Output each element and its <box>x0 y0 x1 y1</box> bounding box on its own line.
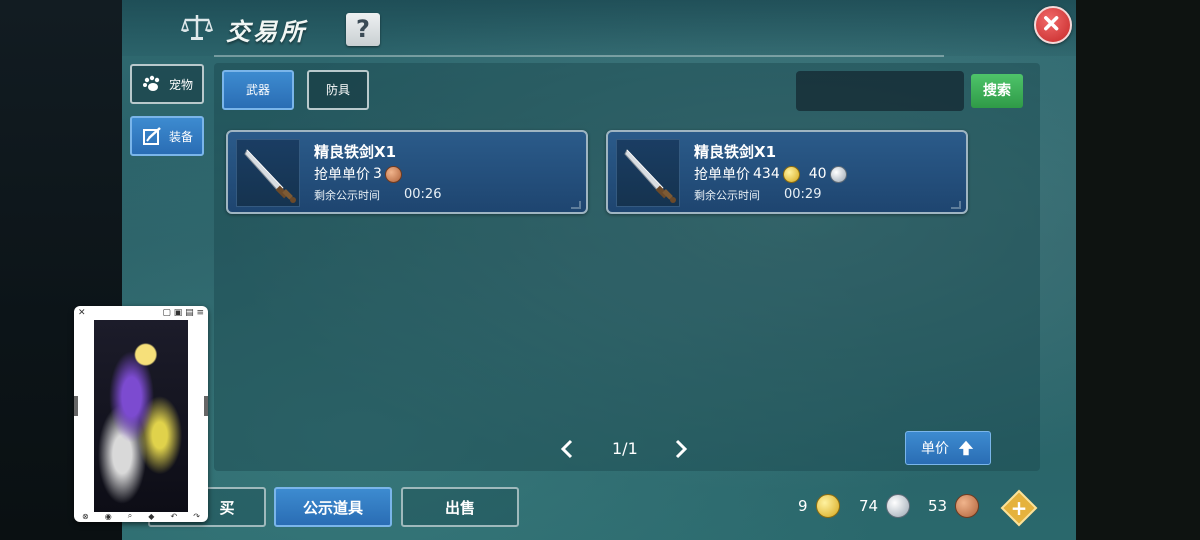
gold-currency: 9 <box>798 494 840 518</box>
silver-currency: 74 <box>859 494 911 518</box>
corner-decoration <box>951 201 961 209</box>
tab-public-items[interactable]: 公示道具 <box>274 487 392 527</box>
floating-footer: ⊗ ◉ ⌕ ◆ ↶ ↷ <box>74 510 208 522</box>
sort-by-price-button[interactable]: 单价 <box>905 431 991 465</box>
copper-coin-icon <box>955 494 980 518</box>
silver-coin-icon <box>886 494 911 518</box>
close-button[interactable] <box>1034 6 1072 44</box>
sort-up-icon <box>958 440 974 456</box>
side-tab-pet[interactable]: 宠物 <box>130 64 204 104</box>
tool-icon[interactable]: ⌕ <box>128 511 132 521</box>
copper-coin-icon <box>384 165 402 183</box>
tab-buy-label: 买 <box>219 499 235 517</box>
tab-weapon[interactable]: 武器 <box>222 70 294 110</box>
undo-icon[interactable]: ↶ <box>170 512 177 521</box>
page-title: 交易所 <box>226 18 307 46</box>
side-tab-equipment-label: 装备 <box>168 129 193 144</box>
gold-amount: 9 <box>798 497 808 515</box>
preview-image <box>94 320 188 512</box>
price-amount-silver: 40 <box>808 166 827 182</box>
tab-armor[interactable]: 防具 <box>307 70 369 110</box>
sort-label: 单价 <box>921 441 949 457</box>
copper-currency: 53 <box>928 494 980 518</box>
listing-card[interactable]: 精良铁剑X1 抢单单价 434 40 剩余公示时间 00:29 <box>606 130 968 214</box>
resize-handle[interactable] <box>204 396 208 416</box>
side-tab-equipment[interactable]: 装备 <box>130 116 204 156</box>
copper-amount: 53 <box>928 497 948 515</box>
tool-icon[interactable]: ⊗ <box>82 512 89 521</box>
side-tab-pet-label: 宠物 <box>168 77 193 92</box>
listing-card[interactable]: 精良铁剑X1 抢单单价 3 剩余公示时间 00:26 <box>226 130 588 214</box>
equipment-icon <box>142 127 161 145</box>
floating-toolbar: ✕ ▢ ▣ ▤ ≡ <box>74 306 208 320</box>
divider <box>214 55 944 57</box>
search-button[interactable]: 搜索 <box>971 74 1023 108</box>
time-label: 剩余公示时间 <box>694 189 760 202</box>
price-label: 抢单单价 <box>694 167 750 183</box>
price-row: 抢单单价 434 40 <box>694 164 847 184</box>
tool-icon[interactable]: ◆ <box>148 512 154 521</box>
time-value: 00:29 <box>784 187 822 202</box>
close-icon <box>1044 16 1059 31</box>
exchange-panel: 交易所 ? 宠物 装备 武器 防具 搜索 精良铁剑X1 抢单单价 3 剩余公示时… <box>122 0 1076 540</box>
search-input[interactable] <box>796 71 964 111</box>
plus-icon: + <box>1010 496 1028 520</box>
time-row: 剩余公示时间 00:29 <box>694 187 821 203</box>
gold-coin-icon <box>782 165 800 183</box>
price-amount-copper: 3 <box>373 166 382 182</box>
price-row: 抢单单价 3 <box>314 164 402 184</box>
corner-decoration <box>571 201 581 209</box>
window-controls-icon[interactable]: ▢ ▣ ▤ ≡ <box>162 308 204 318</box>
add-currency-button[interactable]: + <box>1000 489 1038 527</box>
help-button[interactable]: ? <box>346 13 380 46</box>
item-icon-frame <box>236 139 300 207</box>
tool-icon[interactable]: ◉ <box>105 512 112 521</box>
time-value: 00:26 <box>404 187 442 202</box>
sword-icon <box>244 149 296 203</box>
paw-icon <box>142 75 160 91</box>
gold-coin-icon <box>815 494 840 518</box>
item-name: 精良铁剑X1 <box>694 143 777 161</box>
price-amount-gold: 434 <box>753 166 780 182</box>
time-row: 剩余公示时间 00:26 <box>314 187 441 203</box>
item-name: 精良铁剑X1 <box>314 143 397 161</box>
silver-coin-icon <box>829 165 847 183</box>
time-label: 剩余公示时间 <box>314 189 380 202</box>
floating-preview-window[interactable]: ✕ ▢ ▣ ▤ ≡ ⊗ ◉ ⌕ ◆ ↶ ↷ <box>74 306 208 522</box>
prev-page-button[interactable] <box>560 439 574 459</box>
silver-amount: 74 <box>859 497 879 515</box>
tab-sell[interactable]: 出售 <box>401 487 519 527</box>
sword-icon <box>624 149 676 203</box>
price-label: 抢单单价 <box>314 167 370 183</box>
next-page-button[interactable] <box>674 439 688 459</box>
resize-handle[interactable] <box>74 396 78 416</box>
title-bar: 交易所 ? <box>122 0 1076 56</box>
scale-icon <box>180 15 214 40</box>
page-indicator: 1/1 <box>612 439 638 458</box>
item-icon-frame <box>616 139 680 207</box>
redo-icon[interactable]: ↷ <box>193 512 200 521</box>
close-icon[interactable]: ✕ <box>78 308 86 318</box>
background-right <box>1076 0 1200 540</box>
listing-area: 武器 防具 搜索 精良铁剑X1 抢单单价 3 剩余公示时间 00:26 精良铁剑… <box>214 63 1040 471</box>
